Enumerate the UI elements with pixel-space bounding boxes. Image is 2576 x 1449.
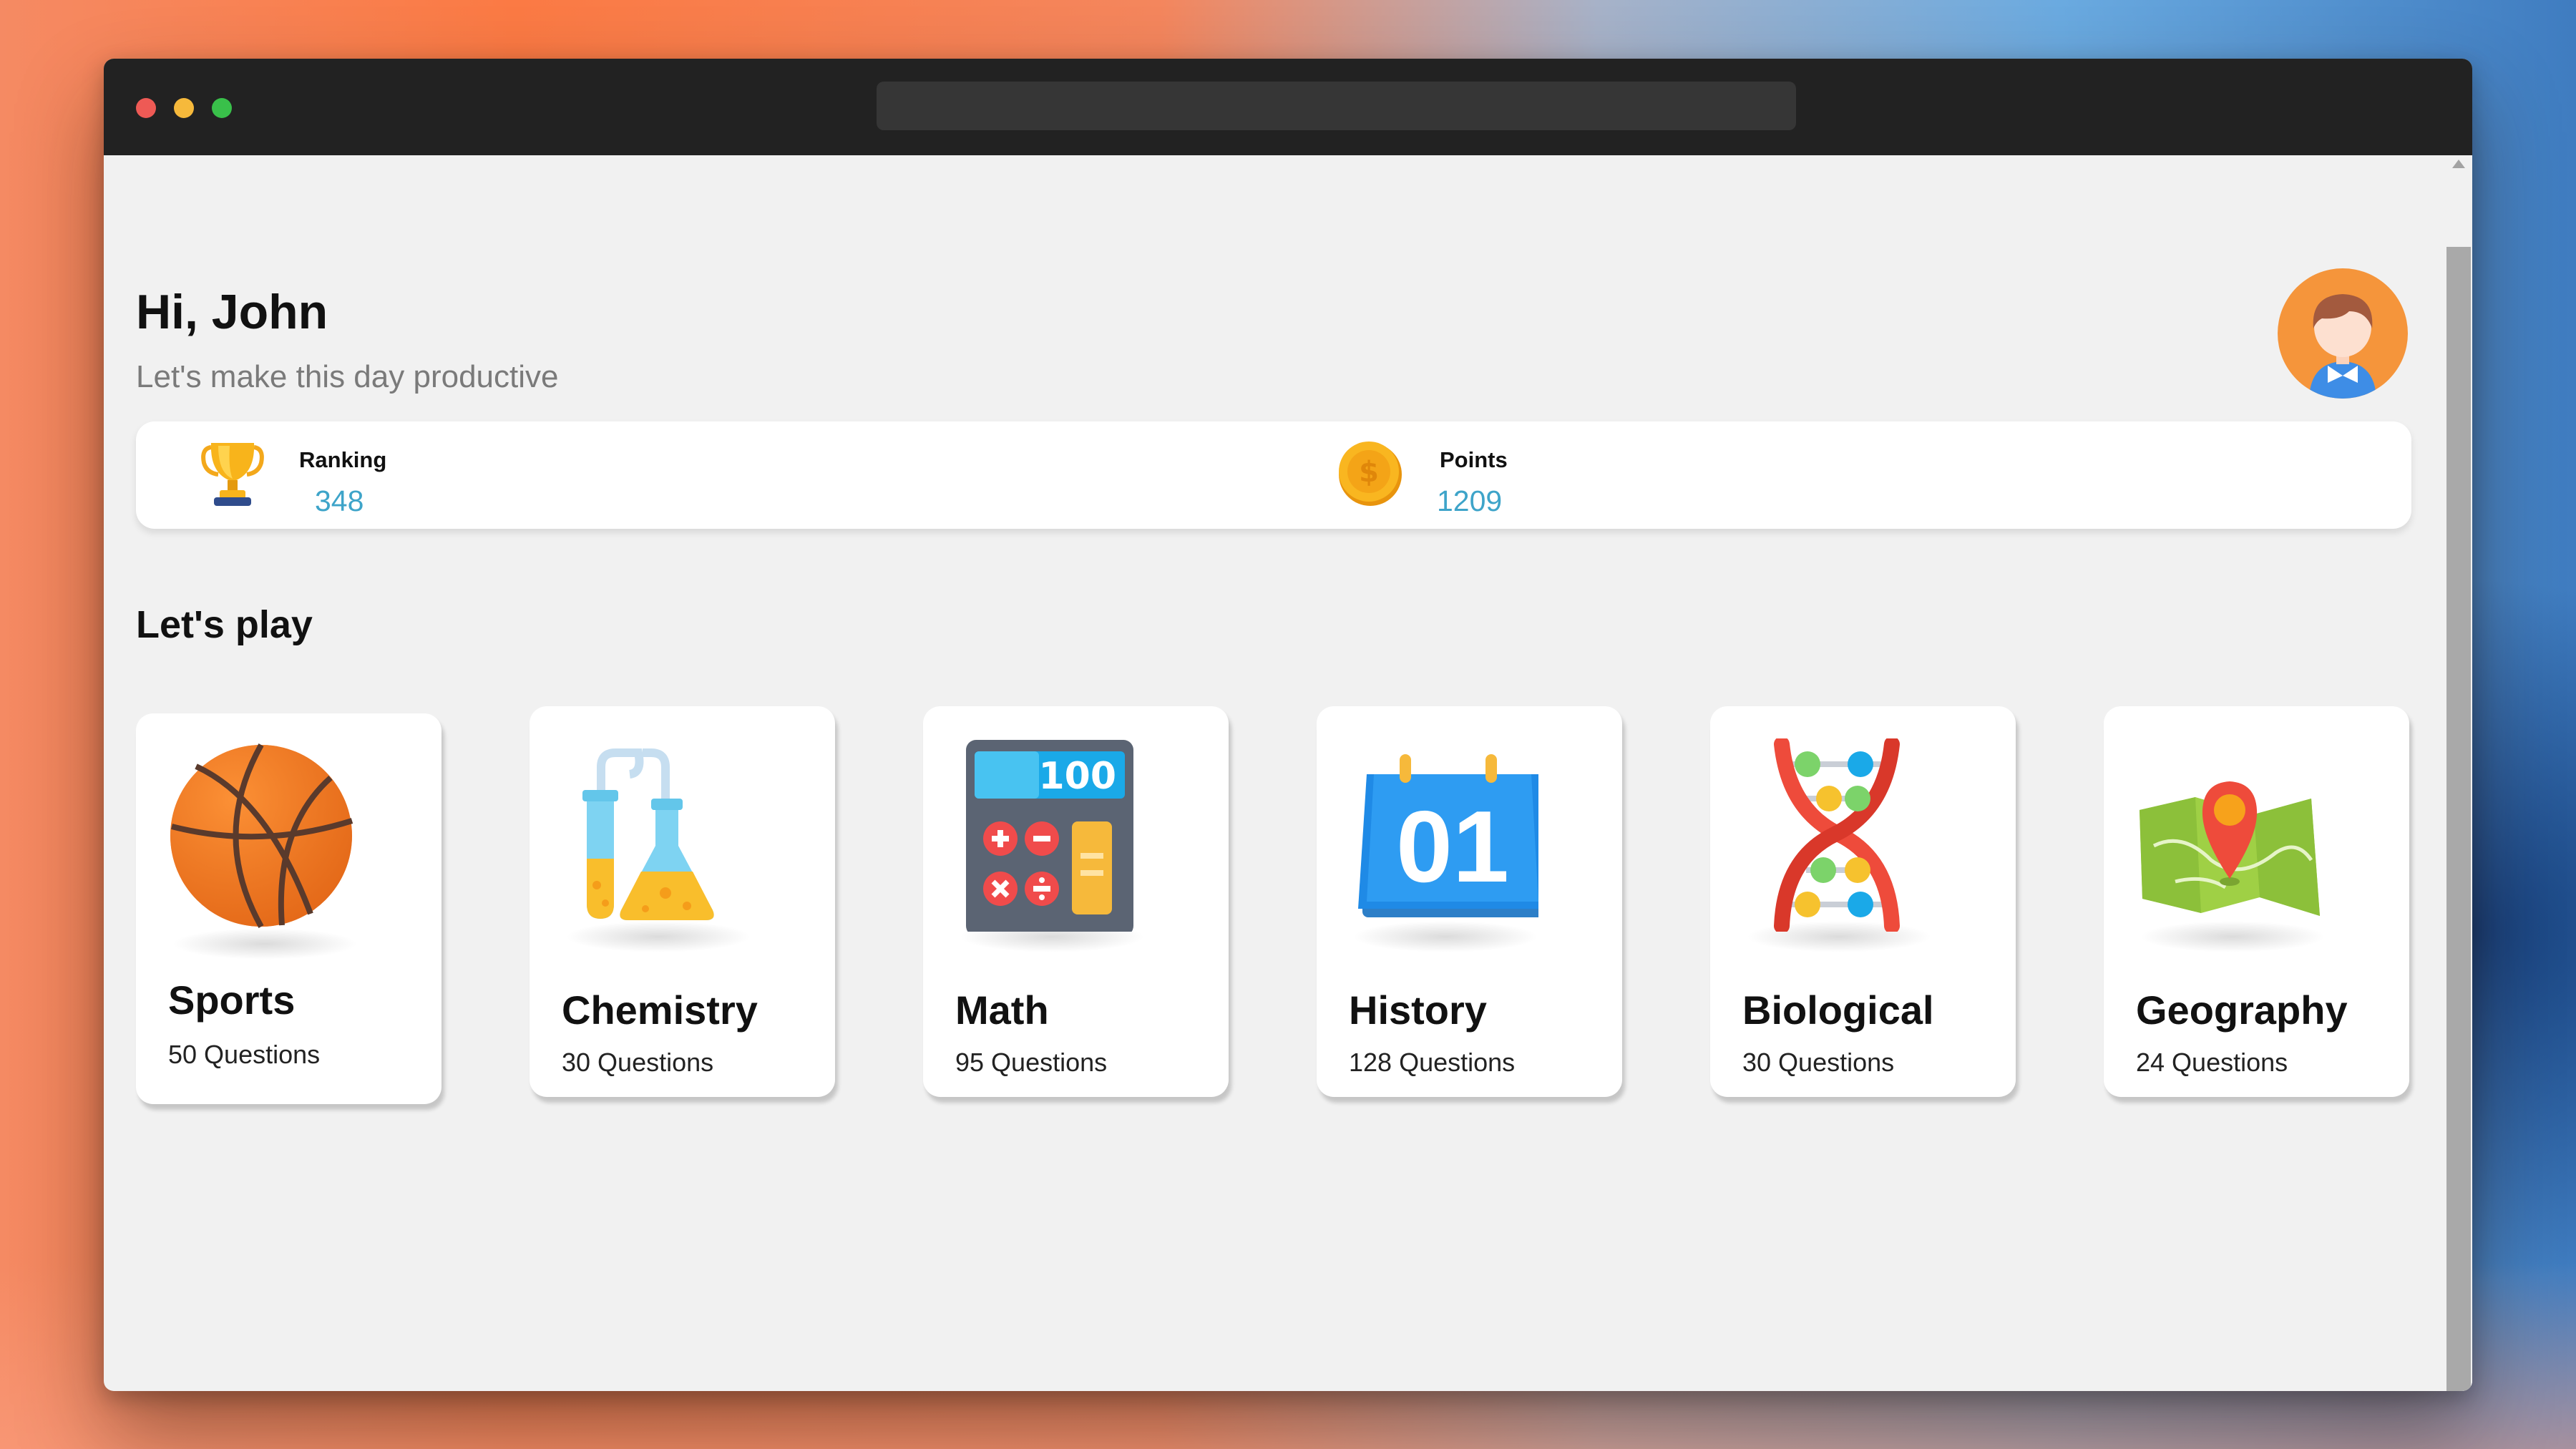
avatar[interactable] [2278,268,2408,399]
category-card-chemistry[interactable]: Chemistry 30 Questions [530,706,835,1097]
category-card-sports[interactable]: Sports 50 Questions [136,713,441,1104]
dna-icon [1739,736,1932,934]
user-avatar-icon [2309,294,2376,399]
category-question-count: 24 Questions [2136,1048,2288,1077]
category-question-count: 128 Questions [1349,1048,1516,1077]
coin-icon: $ [1335,437,1406,509]
calculator-icon: 100 [952,738,1145,936]
stats-panel: Ranking 348 $ Points 1209 [136,421,2411,529]
flask-icon [558,738,751,932]
title-bar [104,59,2472,155]
category-card-math[interactable]: 100 Math 95 Questions [923,706,1229,1097]
category-title: Geography [2136,987,2348,1033]
map-icon [2132,738,2326,932]
trophy-icon [197,437,268,509]
points-value: 1209 [1437,484,1503,517]
category-card-geography[interactable]: Geography 24 Questions [2104,706,2409,1097]
calendar-icon: 01 [1345,738,1547,932]
calculator-display: 100 [1038,755,1116,798]
ranking-label: Ranking [299,447,387,472]
address-bar[interactable] [877,82,1796,130]
scroll-up-arrow-icon[interactable] [2452,160,2465,168]
category-title: Sports [168,977,296,1023]
scrollbar-thumb[interactable] [2446,247,2471,1391]
category-title: Biological [1742,987,1934,1033]
ranking-value: 348 [315,484,364,517]
category-title: Math [955,987,1049,1033]
category-title: Chemistry [562,987,758,1033]
points-label: Points [1440,447,1508,472]
minimize-window-button[interactable] [174,98,194,118]
maximize-window-button[interactable] [212,98,232,118]
greeting-title: Hi, John [136,285,328,339]
category-question-count: 50 Questions [168,1040,321,1069]
greeting-subtitle: Let's make this day productive [136,359,559,394]
calendar-date: 01 [1396,790,1509,904]
basketball-icon [167,742,361,935]
svg-text:$: $ [1359,456,1379,489]
category-card-biological[interactable]: Biological 30 Questions [1710,706,2016,1097]
category-card-history[interactable]: 01 History 128 Questions [1317,706,1622,1097]
category-question-count: 30 Questions [1742,1048,1895,1077]
category-question-count: 95 Questions [955,1048,1108,1077]
category-question-count: 30 Questions [562,1048,714,1077]
browser-window: Hi, John Let's make this day productive [104,59,2472,1391]
close-window-button[interactable] [136,98,156,118]
section-title: Let's play [136,603,313,646]
category-title: History [1349,987,1487,1033]
page-content: Hi, John Let's make this day productive [104,155,2445,1391]
vertical-scrollbar[interactable] [2445,155,2472,1391]
